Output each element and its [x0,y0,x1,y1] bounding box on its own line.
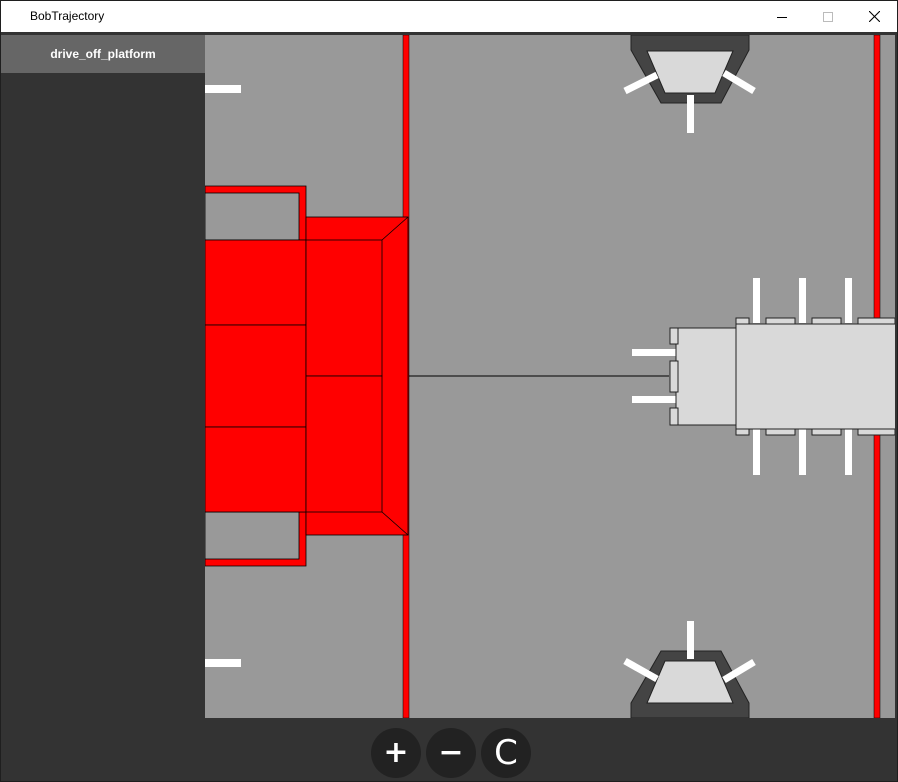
close-icon [868,11,880,22]
field-drawing [205,35,895,718]
field-marker-top-left [205,85,241,93]
zoom-in-button[interactable]: + [371,728,421,778]
field-marker-bottom-left [205,659,241,667]
sidebar-item-label: drive_off_platform [50,47,156,61]
title-bar[interactable]: BobTrajectory [1,1,897,32]
platform [205,185,409,567]
minimize-button[interactable] [759,1,805,32]
center-view-button[interactable]: C [481,728,531,778]
sidebar-item-drive-off-platform[interactable]: drive_off_platform [1,35,205,73]
zoom-out-label: − [438,735,464,770]
minimize-icon [777,16,787,18]
center-view-label: C [494,733,518,773]
window-title: BobTrajectory [30,9,105,23]
light-top [623,35,756,133]
zoom-out-button[interactable]: − [426,728,476,778]
close-button[interactable] [851,1,897,32]
light-bottom [623,621,756,718]
zoom-in-label: + [383,735,409,770]
app-window: BobTrajectory drive_off_platform + − C [0,0,898,782]
maximize-button[interactable] [805,1,851,32]
robot [632,278,895,475]
maximize-icon [823,11,833,22]
field-canvas[interactable] [205,35,895,718]
trajectory-sidebar: drive_off_platform [1,35,205,781]
zoom-toolbar: + − C [205,719,897,781]
